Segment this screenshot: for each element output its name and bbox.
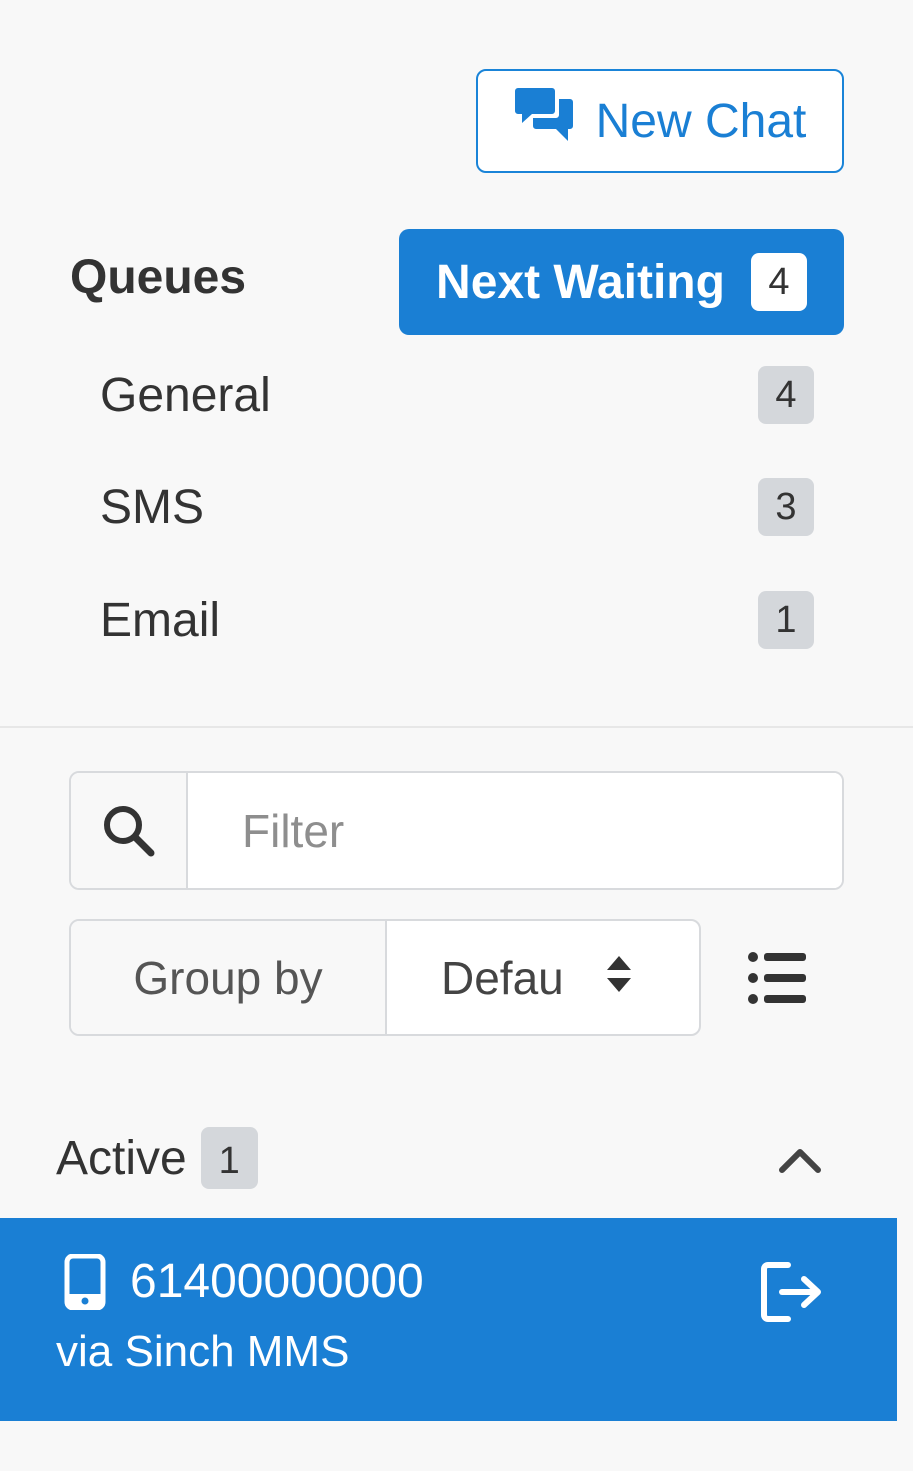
chat-channel: via Sinch MMS bbox=[56, 1327, 350, 1376]
queue-count-badge: 3 bbox=[758, 478, 814, 536]
active-count-badge: 1 bbox=[200, 1127, 258, 1189]
queue-label: General bbox=[100, 368, 271, 422]
group-by-select[interactable]: Defau bbox=[387, 921, 699, 1034]
chat-phone-number: 61400000000 bbox=[130, 1255, 424, 1308]
queue-count-badge: 1 bbox=[758, 591, 814, 649]
queue-item-general[interactable]: General 4 bbox=[70, 350, 844, 440]
queues-title: Queues bbox=[70, 251, 247, 304]
queue-label: Email bbox=[100, 593, 221, 647]
section-divider bbox=[0, 726, 913, 728]
new-chat-label: New Chat bbox=[595, 94, 807, 148]
list-icon[interactable] bbox=[746, 950, 810, 1006]
filter-input-group bbox=[69, 771, 844, 890]
queue-count-badge: 4 bbox=[758, 366, 814, 424]
sign-out-icon[interactable] bbox=[758, 1259, 826, 1325]
comments-icon bbox=[514, 86, 576, 156]
chevron-up-icon[interactable] bbox=[776, 1140, 824, 1180]
mobile-phone-icon bbox=[64, 1253, 106, 1311]
next-waiting-count-badge: 4 bbox=[750, 253, 807, 311]
active-title: Active bbox=[56, 1131, 187, 1185]
group-by-selected-value: Defau bbox=[441, 951, 564, 1004]
next-waiting-button[interactable]: Next Waiting 4 bbox=[399, 229, 844, 335]
filter-input[interactable] bbox=[188, 773, 842, 888]
queue-item-email[interactable]: Email 1 bbox=[70, 575, 844, 665]
queue-item-sms[interactable]: SMS 3 bbox=[70, 462, 844, 552]
group-by-label: Group by bbox=[71, 921, 387, 1034]
new-chat-button[interactable]: New Chat bbox=[476, 69, 844, 173]
queue-label: SMS bbox=[100, 480, 205, 534]
search-icon bbox=[71, 773, 188, 888]
group-by-control: Group by Defau bbox=[69, 919, 701, 1036]
next-waiting-label: Next Waiting bbox=[436, 255, 725, 309]
sort-caret-icon bbox=[605, 951, 633, 1005]
active-section-header: Active 1 bbox=[56, 1127, 258, 1189]
